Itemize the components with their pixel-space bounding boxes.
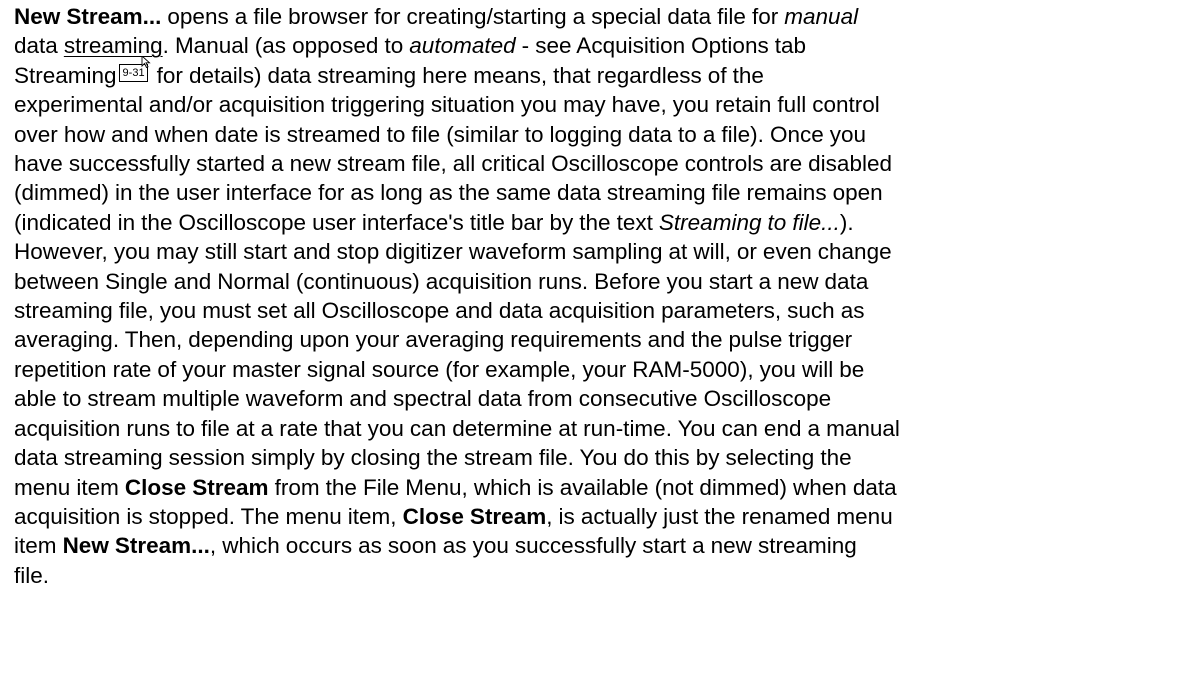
body-paragraph: New Stream... opens a file browser for c…: [14, 2, 1163, 590]
text-line-4: experimental and/or acquisition triggeri…: [14, 92, 880, 118]
new-stream-term: New Stream...: [62, 533, 210, 559]
close-stream-term: Close Stream: [124, 474, 269, 500]
text-line-16: data streaming session simply by closing…: [14, 445, 852, 471]
text-run: - see Acquisition Options tab: [515, 33, 807, 59]
streaming-link[interactable]: streaming: [64, 33, 163, 58]
text-run: , which occurs as soon as you successful…: [209, 533, 857, 559]
text-run: item: [14, 533, 63, 559]
text-line-2: data streaming. Manual (as opposed to au…: [14, 31, 1163, 60]
close-stream-term: Close Stream: [402, 503, 547, 529]
text-run: (indicated in the Oscilloscope user inte…: [14, 209, 659, 235]
text-line-17: menu item Close Stream from the File Men…: [14, 473, 1163, 502]
help-page: New Stream... opens a file browser for c…: [0, 0, 1177, 687]
text-run: acquisition is stopped. The menu item,: [14, 503, 403, 529]
text-line-6: have successfully started a new stream f…: [14, 151, 892, 177]
text-line-8: (indicated in the Oscilloscope user inte…: [14, 208, 1163, 237]
page-reference-link[interactable]: 9-31: [118, 55, 151, 82]
cross-reference-arrow-icon: [141, 55, 151, 68]
text-line-10: between Single and Normal (continuous) a…: [14, 268, 869, 294]
text-run: data: [14, 33, 64, 59]
text-run: opens a file browser for creating/starti…: [161, 4, 785, 29]
text-line-13: repetition rate of your master signal so…: [14, 356, 865, 382]
text-line-18: acquisition is stopped. The menu item, C…: [14, 502, 1163, 531]
text-run: from the File Menu, which is available (…: [268, 474, 897, 500]
text-run: ).: [839, 209, 854, 235]
text-run: . Manual (as opposed to: [162, 33, 410, 59]
text-line-5: over how and when date is streamed to fi…: [14, 121, 867, 147]
text-line-20: file.: [14, 562, 50, 588]
text-line-11: streaming file, you must set all Oscillo…: [14, 298, 865, 324]
text-line-3: Streaming 9-31 for details) data streamin…: [14, 55, 1163, 90]
text-line-15: acquisition runs to file at a rate that …: [14, 415, 900, 441]
text-line-14: able to stream multiple waveform and spe…: [14, 386, 832, 412]
text-run: for details) data streaming here means, …: [150, 62, 764, 88]
text-line-1: New Stream... opens a file browser for c…: [14, 2, 1163, 31]
text-run: , is actually just the renamed menu: [546, 503, 893, 529]
text-line-12: averaging. Then, depending upon your ave…: [14, 327, 853, 353]
automated-emphasis: automated: [409, 33, 516, 59]
text-line-19: item New Stream..., which occurs as soon…: [14, 531, 1163, 560]
streaming-link-label: streaming: [63, 33, 163, 59]
text-run: menu item: [14, 474, 125, 500]
manual-emphasis: manual: [784, 4, 859, 29]
text-line-9: However, you may still start and stop di…: [14, 239, 892, 265]
text-run: Streaming: [14, 62, 117, 88]
page-reference-number: 9-31: [122, 66, 145, 79]
new-stream-term: New Stream...: [14, 4, 162, 29]
text-line-7: (dimmed) in the user interface for as lo…: [14, 180, 883, 206]
streaming-to-file-emphasis: Streaming to file...: [658, 209, 840, 235]
